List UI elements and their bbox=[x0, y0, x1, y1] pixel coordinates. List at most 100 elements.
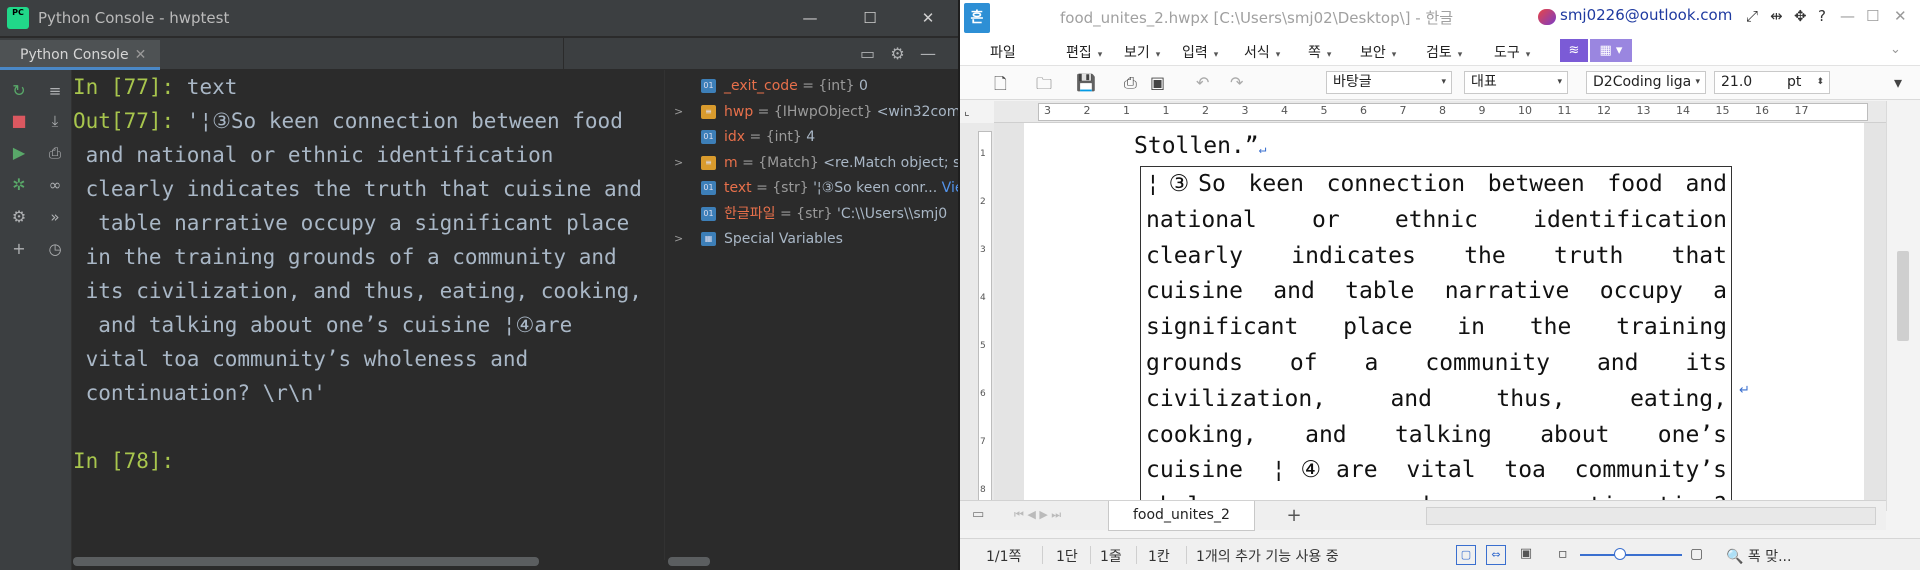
variable-value: 'C:\\Users\\smj0 bbox=[836, 205, 948, 222]
variable-row[interactable]: > ▦ Special Variables bbox=[665, 227, 958, 251]
menu-item[interactable]: 쪽 ▾ bbox=[1308, 42, 1331, 62]
tab-nav-icons[interactable]: ⏮ ◀ ▶ ⏭ bbox=[1014, 508, 1061, 522]
variable-row[interactable]: 01 _exit_code = {int} 0 bbox=[665, 74, 958, 98]
menu-item[interactable]: 파일 bbox=[990, 42, 1022, 62]
document-canvas[interactable]: Stollen.”↵ ¦③So keen connection between … bbox=[994, 123, 1886, 500]
zoom-in-icon[interactable]: ▢ bbox=[1690, 546, 1703, 562]
table-menu-icon[interactable]: ▦ ▾ bbox=[1590, 39, 1632, 62]
variable-text: 한글파일 = {str} 'C:\\Users\\smj0 bbox=[724, 202, 947, 226]
console-history-icon[interactable]: » bbox=[42, 204, 68, 230]
document-page[interactable]: Stollen.”↵ ¦③So keen connection between … bbox=[1024, 123, 1864, 500]
document-tab[interactable]: food_unites_2 bbox=[1108, 501, 1255, 531]
tools-icon[interactable]: ✥ bbox=[1794, 7, 1807, 25]
variable-row[interactable]: > ≡ hwp = {IHwpObject} <win32com.g bbox=[665, 100, 958, 124]
fit-width-view-icon[interactable]: ⇔ bbox=[1486, 545, 1506, 565]
tab-list-icon[interactable]: ▭ bbox=[972, 507, 984, 522]
menu-item[interactable]: 서식 ▾ bbox=[1244, 42, 1280, 62]
undo-icon[interactable]: ↶ bbox=[1196, 73, 1209, 92]
debug-icon[interactable]: ✲ bbox=[6, 172, 32, 198]
close-button[interactable]: ✕ bbox=[908, 4, 948, 32]
gear-icon[interactable]: ⚙ bbox=[890, 44, 904, 63]
account-avatar[interactable] bbox=[1538, 9, 1556, 25]
scroll-to-end-icon[interactable]: ⤓ bbox=[42, 108, 68, 134]
print-icon[interactable]: ⎙ bbox=[1124, 73, 1137, 93]
menu-item[interactable]: 보안 ▾ bbox=[1360, 42, 1396, 62]
vertical-ruler[interactable]: 1 2 3 4 5 6 7 8 bbox=[960, 123, 994, 513]
chevron-down-icon: ▾ bbox=[1155, 50, 1161, 60]
console-text: in the training grounds of a community a… bbox=[73, 245, 617, 269]
menu-item[interactable]: 편집 ▾ bbox=[1066, 42, 1102, 62]
add-tab-button[interactable]: + bbox=[1276, 503, 1312, 529]
settings-icon[interactable]: ⚙ bbox=[6, 204, 32, 230]
menu-item[interactable]: 도구 ▾ bbox=[1494, 42, 1530, 62]
style-select[interactable]: 바탕글 ▾ bbox=[1326, 71, 1452, 94]
font-size-input[interactable]: 21.0 pt ⬍ bbox=[1714, 71, 1830, 94]
close-button[interactable]: ✕ bbox=[1894, 7, 1907, 25]
save-icon[interactable]: 💾 bbox=[1076, 73, 1096, 92]
vruler-number: 3 bbox=[980, 245, 986, 255]
vruler-number: 2 bbox=[980, 197, 986, 207]
zoom-slider-thumb[interactable] bbox=[1614, 548, 1626, 560]
menu-item[interactable]: 입력 ▾ bbox=[1182, 42, 1218, 62]
menu-item[interactable]: 보기 ▾ bbox=[1124, 42, 1160, 62]
selected-paragraph-box[interactable]: ¦③So keen connection between food and nat… bbox=[1140, 166, 1732, 500]
variable-row[interactable]: > ≡ m = {Match} <re.Match object; spa bbox=[665, 151, 958, 175]
console-horizontal-scrollbar[interactable] bbox=[73, 557, 539, 566]
variable-row[interactable]: 01 text = {str} '¦③So keen conr... View bbox=[665, 176, 958, 200]
horizontal-scrollbar[interactable] bbox=[1426, 507, 1876, 525]
variable-type-icon: ≡ bbox=[701, 155, 716, 170]
new-document-icon[interactable]: 🗋 bbox=[994, 73, 1007, 100]
execute-icon[interactable]: ▶ bbox=[6, 140, 32, 166]
vertical-scrollbar[interactable] bbox=[1886, 101, 1920, 511]
restore-layout-icon[interactable]: ▭ bbox=[860, 44, 875, 63]
account-email[interactable]: smj0226@outlook.com bbox=[1560, 6, 1732, 24]
stop-icon[interactable]: ■ bbox=[6, 108, 32, 134]
show-variables-icon[interactable]: ∞ bbox=[42, 172, 68, 198]
fullscreen-icon[interactable]: ⤢ bbox=[1746, 7, 1758, 25]
scroll-thumb[interactable] bbox=[1897, 251, 1909, 341]
variable-row[interactable]: 01 idx = {int} 4 bbox=[665, 125, 958, 149]
single-page-view-icon[interactable]: ▢ bbox=[1456, 545, 1476, 565]
soft-wrap-icon[interactable]: ≡ bbox=[42, 78, 68, 104]
collapse-ribbon-icon[interactable]: ⌄ bbox=[1890, 42, 1901, 57]
redo-icon[interactable]: ↷ bbox=[1230, 73, 1243, 92]
tab-python-console[interactable]: Python Console ✕ bbox=[0, 40, 161, 70]
horizontal-ruler[interactable]: 3 2 1 1 2 3 4 5 6 7 8 9 10 11 12 13 14 15 16 17 bbox=[994, 101, 1886, 123]
language-select[interactable]: 대표 ▾ bbox=[1464, 71, 1568, 94]
split-view-icon[interactable]: ⇹ bbox=[1770, 7, 1783, 25]
zoom-level[interactable]: 🔍 폭 맞... bbox=[1726, 546, 1791, 566]
preview-icon[interactable]: ▣ bbox=[1150, 73, 1165, 92]
chevron-down-icon: ▾ bbox=[1457, 50, 1463, 60]
expand-arrow-icon[interactable]: > bbox=[674, 227, 683, 251]
zoom-slider[interactable] bbox=[1580, 554, 1682, 556]
vruler-number: 1 bbox=[980, 149, 986, 159]
minimize-button[interactable]: — bbox=[1840, 7, 1855, 25]
variables-horizontal-scrollbar[interactable] bbox=[668, 557, 710, 566]
add-icon[interactable]: + bbox=[6, 236, 32, 262]
ribbon-toggle-icon[interactable]: ≋ bbox=[1560, 39, 1588, 62]
console-prompt: Out[77]: bbox=[73, 109, 175, 133]
rerun-icon[interactable]: ↻ bbox=[6, 78, 32, 104]
font-select[interactable]: D2Coding liga ▾ bbox=[1586, 71, 1706, 94]
previous-paragraph: Stollen.”↵ bbox=[1134, 133, 1267, 159]
console-line: and national or ethnic identification bbox=[73, 138, 663, 172]
menu-item[interactable]: 검토 ▾ bbox=[1426, 42, 1462, 62]
variable-link[interactable]: View bbox=[942, 180, 958, 196]
help-icon[interactable]: ? bbox=[1818, 7, 1826, 25]
maximize-button[interactable]: ☐ bbox=[850, 4, 890, 32]
zoom-out-icon[interactable]: ▫ bbox=[1558, 546, 1568, 562]
console-output[interactable]: In [77]: text Out[77]: '¦③So keen connect… bbox=[73, 70, 663, 560]
minimize-button[interactable]: — bbox=[790, 4, 830, 32]
clock-icon[interactable]: ◷ bbox=[42, 236, 68, 262]
hide-icon[interactable]: — bbox=[920, 44, 936, 63]
ruler-corner-icon[interactable]: ⌞ bbox=[964, 104, 970, 118]
tab-close-icon[interactable]: ✕ bbox=[135, 47, 147, 63]
expand-arrow-icon[interactable]: > bbox=[674, 151, 683, 175]
open-folder-icon[interactable]: 🗀 bbox=[1036, 73, 1052, 100]
expand-arrow-icon[interactable]: > bbox=[674, 100, 683, 124]
variable-row[interactable]: 01 한글파일 = {str} 'C:\\Users\\smj0 bbox=[665, 202, 958, 226]
toolbar-more-icon[interactable]: ▾ bbox=[1894, 73, 1902, 92]
full-page-view-icon[interactable]: ▣ bbox=[1516, 545, 1536, 565]
print-icon[interactable]: ⎙ bbox=[42, 140, 68, 166]
maximize-button[interactable]: ☐ bbox=[1866, 7, 1879, 25]
